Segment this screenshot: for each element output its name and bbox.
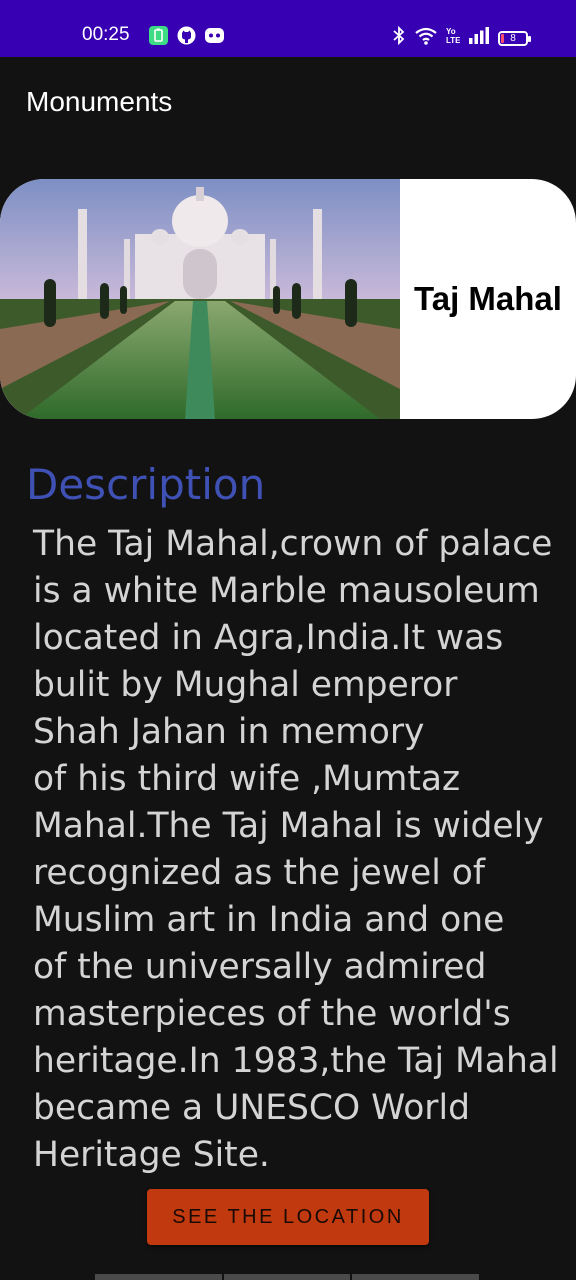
- bottom-tab-3[interactable]: [352, 1274, 482, 1280]
- game-controller-icon: [205, 26, 224, 45]
- monument-card: Taj Mahal: [0, 179, 576, 419]
- battery-saver-icon: [149, 26, 168, 45]
- svg-text:Yo: Yo: [446, 27, 456, 36]
- volte-icon: Yo LTE: [446, 26, 461, 50]
- monument-name: Taj Mahal: [414, 280, 562, 317]
- wifi-icon: [415, 27, 437, 50]
- svg-text:LTE: LTE: [446, 36, 460, 45]
- bottom-tab-2[interactable]: [223, 1274, 353, 1280]
- description-text: The Taj Mahal,crown of palace is a white…: [33, 524, 559, 1175]
- battery-level-fill: [501, 33, 504, 43]
- status-indicators: Yo LTE 8: [392, 25, 531, 50]
- status-time: 00:25: [82, 24, 130, 45]
- taj-mahal-image: [0, 179, 400, 419]
- signal-icon: [469, 27, 489, 49]
- status-bar: 00:25 Yo LTE 8: [0, 0, 576, 57]
- bottom-navigation: [95, 1274, 482, 1280]
- bluetooth-icon: [392, 25, 406, 50]
- github-icon: [177, 26, 196, 45]
- description-heading: Description: [26, 460, 266, 509]
- battery-icon: 8: [498, 30, 531, 46]
- bottom-tab-1[interactable]: [95, 1274, 224, 1280]
- battery-level: 8: [510, 32, 516, 44]
- app-title: Monuments: [26, 86, 173, 117]
- see-location-button[interactable]: SEE THE LOCATION: [147, 1189, 429, 1245]
